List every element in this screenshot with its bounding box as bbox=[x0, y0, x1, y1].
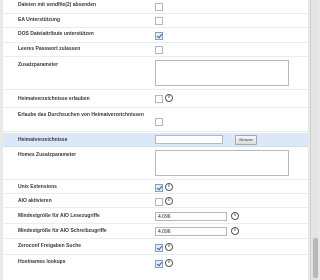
setting-label: Heimatverzeichnisse erlauben bbox=[18, 96, 90, 102]
setting-label: Hostnames lookups bbox=[18, 259, 66, 265]
empty-password-checkbox[interactable] bbox=[155, 46, 163, 54]
setting-row-hostname-lookups: Hostnames lookups i bbox=[3, 255, 308, 270]
setting-label: Heimatverzeichnisse bbox=[18, 137, 68, 143]
setting-row-browse-homes: Erlaube das Durchsuchen von Heimatverzei… bbox=[3, 108, 308, 132]
aio-enable-checkbox[interactable] bbox=[155, 198, 163, 206]
sendfile-checkbox[interactable] bbox=[155, 3, 163, 11]
unix-extensions-checkbox[interactable] bbox=[155, 184, 163, 192]
dos-attributes-checkbox[interactable] bbox=[155, 32, 163, 40]
aio-write-size-input[interactable] bbox=[155, 227, 227, 236]
ea-support-checkbox[interactable] bbox=[155, 17, 163, 25]
info-icon[interactable]: i bbox=[231, 227, 239, 235]
setting-row-dos-attributes: DOS Dateiattribute unterstützen bbox=[3, 28, 308, 43]
extra-params-textarea[interactable] bbox=[155, 60, 289, 86]
setting-label: Mindestgröße für AIO Schreibzugriffe bbox=[18, 228, 107, 234]
setting-label: DOS Dateiattribute unterstützen bbox=[18, 31, 94, 37]
setting-label: Zusatzparameter bbox=[18, 62, 59, 68]
setting-row-homes-extra-params: Homes Zusatzparameter bbox=[3, 147, 308, 180]
setting-label: EA Unterstützung bbox=[18, 17, 61, 23]
settings-panel: Dateien mit sendfile(2) absenden EA Unte… bbox=[3, 0, 308, 280]
setting-label: Homes Zusatzparameter bbox=[18, 152, 77, 158]
hostname-lookups-checkbox[interactable] bbox=[155, 260, 163, 268]
allow-homes-checkbox[interactable] bbox=[155, 95, 163, 103]
setting-label: Leeres Passwort zulassen bbox=[18, 46, 81, 52]
info-icon[interactable]: i bbox=[165, 243, 173, 251]
setting-label: AIO aktivieren bbox=[18, 198, 52, 204]
home-directories-input[interactable] bbox=[155, 135, 223, 144]
info-icon[interactable]: i bbox=[165, 259, 173, 267]
setting-row-ea-support: EA Unterstützung bbox=[3, 14, 308, 28]
setting-row-zeroconf: Zeroconf Freigaben Suche i bbox=[3, 239, 308, 255]
setting-row-extra-params: Zusatzparameter bbox=[3, 57, 308, 90]
setting-label: Erlaube das Durchsuchen von Heimatverzei… bbox=[18, 112, 144, 118]
info-icon[interactable]: i bbox=[165, 197, 173, 205]
setting-row-empty-password: Leeres Passwort zulassen bbox=[3, 43, 308, 57]
setting-label: Unix Extensions bbox=[18, 184, 57, 190]
browse-homes-checkbox[interactable] bbox=[155, 118, 163, 126]
setting-label: Dateien mit sendfile(2) absenden bbox=[18, 2, 97, 8]
browse-button[interactable]: Browse bbox=[235, 135, 257, 145]
zeroconf-checkbox[interactable] bbox=[155, 244, 163, 252]
setting-row-sendfile: Dateien mit sendfile(2) absenden bbox=[3, 0, 308, 14]
homes-extra-params-textarea[interactable] bbox=[155, 150, 289, 176]
aio-read-size-input[interactable] bbox=[155, 212, 227, 221]
setting-row-allow-homes: Heimatverzeichnisse erlauben i bbox=[3, 90, 308, 108]
setting-row-aio-read-size: Mindestgröße für AIO Lesezugriffe i bbox=[3, 208, 308, 224]
setting-label: Mindestgröße für AIO Lesezugriffe bbox=[18, 213, 100, 219]
setting-row-aio-enable: AIO aktivieren i bbox=[3, 194, 308, 208]
scrollbar-thumb[interactable] bbox=[313, 238, 318, 278]
setting-row-unix-extensions: Unix Extensions i bbox=[3, 180, 308, 194]
setting-row-aio-write-size: Mindestgröße für AIO Schreibzugriffe i bbox=[3, 224, 308, 239]
info-icon[interactable]: i bbox=[165, 94, 173, 102]
setting-label: Zeroconf Freigaben Suche bbox=[18, 243, 82, 249]
info-icon[interactable]: i bbox=[165, 183, 173, 191]
vertical-scrollbar[interactable] bbox=[310, 0, 319, 280]
setting-row-home-directories: Heimatverzeichnisse Browse bbox=[3, 133, 308, 147]
info-icon[interactable]: i bbox=[231, 212, 239, 220]
